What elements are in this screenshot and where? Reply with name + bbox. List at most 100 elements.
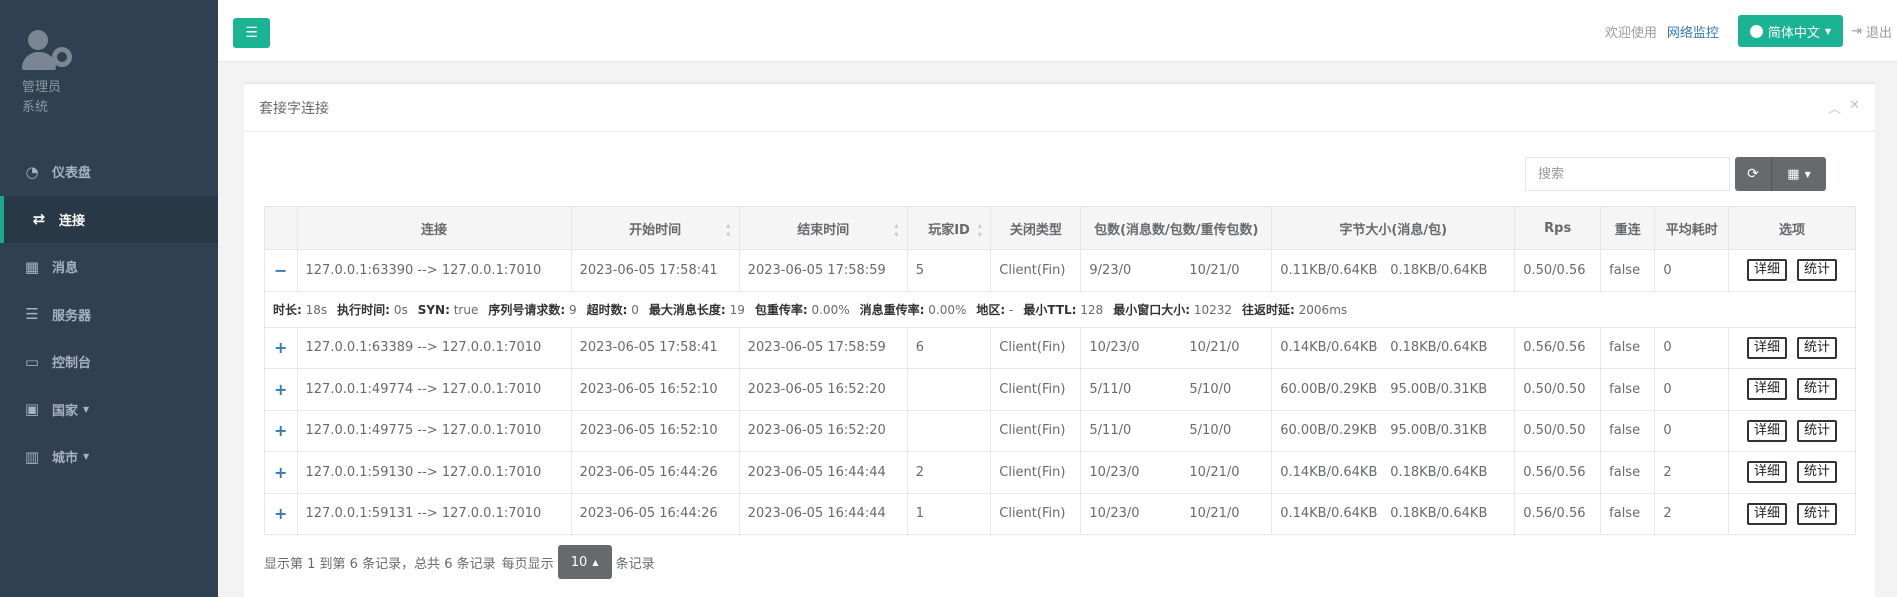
column-header[interactable]: 连接	[296, 206, 572, 250]
sign-out-icon: ⇥	[1851, 23, 1862, 39]
start-time-cell: 2023-06-05 16:44:26	[570, 451, 740, 494]
packets-value: 5/10/0	[1189, 423, 1232, 439]
detail-key: 最大消息长度:	[648, 302, 726, 317]
sidebar-item-3[interactable]: ☰ 服务器	[0, 291, 218, 339]
expand-toggle-icon[interactable]: +	[264, 326, 298, 369]
sidebar-item-4[interactable]: ▭ 控制台	[0, 338, 218, 386]
close-type-cell: Client(Fin)	[990, 451, 1082, 494]
stats-button[interactable]: 统计	[1797, 378, 1838, 401]
bytes-value: 0.14KB/0.64KB	[1280, 464, 1378, 480]
column-header[interactable]: 重连	[1600, 206, 1656, 250]
detail-button[interactable]: 详细	[1747, 419, 1788, 442]
column-header[interactable]: 关闭类型	[990, 206, 1082, 250]
connection-cell: 127.0.0.1:63389 --> 127.0.0.1:7010	[296, 326, 572, 369]
detail-value: 0.00%	[928, 302, 967, 317]
detail-button[interactable]: 详细	[1747, 259, 1788, 282]
columns-icon: ▦	[1787, 166, 1800, 182]
bytes-value: 60.00B/0.29KB	[1280, 423, 1378, 439]
detail-key: 往返时延:	[1242, 302, 1295, 317]
detail-value: 0	[631, 302, 639, 317]
table-icon: ▦	[24, 257, 40, 276]
building-icon: ▥	[24, 447, 40, 466]
stats-button[interactable]: 统计	[1797, 419, 1838, 442]
sidebar-item-0[interactable]: ◔ 仪表盘	[0, 148, 218, 196]
expand-toggle-icon[interactable]: −	[264, 249, 298, 292]
page-size-dropdown[interactable]: 10 ▲	[557, 545, 612, 579]
detail-value: 10232	[1193, 302, 1233, 317]
detail-key: 最小TTL:	[1023, 302, 1077, 317]
close-type-cell: Client(Fin)	[990, 409, 1082, 452]
sidebar-nav: ◔ 仪表盘 ⇄ 连接 ▦ 消息 ☰ 服务器 ▭ 控制台 ▣ 国家 ▼ ▥ 城市 ▼	[0, 148, 218, 481]
packets-cell: 10/23/0 10/21/0	[1080, 492, 1273, 535]
packets-value: 10/23/0	[1089, 464, 1140, 480]
stats-button[interactable]: 统计	[1797, 502, 1838, 525]
detail-button[interactable]: 详细	[1747, 336, 1788, 359]
detail-key: 执行时间:	[337, 302, 390, 317]
reconnect-cell: false	[1600, 451, 1656, 494]
panel-title: 套接字连接	[259, 100, 329, 117]
start-time-cell: 2023-06-05 16:52:10	[570, 409, 740, 452]
detail-button[interactable]: 详细	[1747, 502, 1788, 525]
expand-toggle-icon[interactable]: +	[264, 368, 298, 411]
language-dropdown[interactable]: 简体中文 ▼	[1737, 15, 1844, 47]
refresh-button[interactable]: ⟳	[1735, 157, 1771, 191]
detail-button[interactable]: 详细	[1747, 378, 1788, 401]
sidebar-item-5[interactable]: ▣ 国家 ▼	[0, 386, 218, 434]
sidebar-item-1[interactable]: ⇄ 连接	[0, 195, 218, 243]
column-header[interactable]: 包数(消息数/包数/重传包数)	[1080, 206, 1273, 250]
packets-value: 10/21/0	[1189, 506, 1240, 522]
detail-value: 9	[569, 302, 577, 317]
packets-value: 10/23/0	[1089, 506, 1140, 522]
netmon-link[interactable]: 网络监控	[1667, 22, 1719, 41]
expand-toggle-icon[interactable]: +	[264, 409, 298, 452]
caret-down-icon: ▼	[1804, 169, 1811, 179]
start-time-cell: 2023-06-05 16:52:10	[570, 368, 740, 411]
detail-key: 超时数:	[586, 302, 628, 317]
welcome-text: 欢迎使用	[1604, 25, 1657, 41]
user-profile: 管理员 系统	[0, 0, 218, 148]
column-header[interactable]: 平均耗时	[1654, 206, 1730, 250]
bytes-cell: 0.11KB/0.64KB 0.18KB/0.64KB	[1271, 249, 1516, 292]
bytes-cell: 0.14KB/0.64KB 0.18KB/0.64KB	[1271, 451, 1516, 494]
stats-button[interactable]: 统计	[1797, 336, 1838, 359]
expand-toggle-icon[interactable]: +	[264, 451, 298, 494]
column-header[interactable]: 字节大小(消息/包)	[1271, 206, 1516, 250]
collapse-icon[interactable]: ︿	[1828, 98, 1841, 117]
detail-button[interactable]: 详细	[1747, 461, 1788, 484]
search-input[interactable]	[1525, 157, 1730, 191]
packets-value: 10/21/0	[1189, 262, 1240, 278]
column-header[interactable]: 玩家ID	[906, 206, 992, 250]
close-type-cell: Client(Fin)	[990, 492, 1082, 535]
logout-link[interactable]: ⇥ 退出	[1851, 22, 1892, 41]
bytes-cell: 60.00B/0.29KB 95.00B/0.31KB	[1271, 368, 1516, 411]
reconnect-cell: false	[1600, 326, 1656, 369]
column-header[interactable]: Rps	[1514, 206, 1602, 250]
sidebar-item-2[interactable]: ▦ 消息	[0, 243, 218, 291]
connections-panel: 套接字连接 ︿ ✕ ⟳ ▦ ▼ 连接开始时间结束时间玩家ID关闭类型包数(消息数…	[244, 82, 1875, 597]
reconnect-cell: false	[1600, 492, 1656, 535]
packets-cell: 5/11/0 5/10/0	[1080, 368, 1273, 411]
expand-toggle-icon[interactable]: +	[264, 492, 298, 535]
detail-key: 序列号请求数:	[488, 302, 566, 317]
sidebar-item-6[interactable]: ▥ 城市 ▼	[0, 433, 218, 481]
desktop-icon: ▭	[24, 352, 40, 371]
bytes-value: 0.14KB/0.64KB	[1280, 506, 1378, 522]
column-header[interactable]: 选项	[1728, 206, 1856, 250]
bytes-value: 0.18KB/0.64KB	[1390, 506, 1488, 522]
bytes-value: 0.18KB/0.64KB	[1390, 340, 1488, 356]
stats-button[interactable]: 统计	[1797, 259, 1838, 282]
column-header[interactable]: 结束时间	[738, 206, 908, 250]
columns-toggle-button[interactable]: ▦ ▼	[1771, 157, 1826, 191]
column-header[interactable]: 开始时间	[570, 206, 740, 250]
bytes-value: 0.14KB/0.64KB	[1280, 340, 1378, 356]
packets-cell: 5/11/0 5/10/0	[1080, 409, 1273, 452]
close-type-cell: Client(Fin)	[990, 326, 1082, 369]
close-icon[interactable]: ✕	[1849, 98, 1860, 117]
connection-cell: 127.0.0.1:59130 --> 127.0.0.1:7010	[296, 451, 572, 494]
close-type-cell: Client(Fin)	[990, 368, 1082, 411]
stats-button[interactable]: 统计	[1797, 461, 1838, 484]
menu-toggle-button[interactable]: ☰	[233, 18, 270, 48]
detail-value: 19	[729, 302, 745, 317]
player-id-cell	[906, 409, 992, 452]
packets-cell: 9/23/0 10/21/0	[1080, 249, 1273, 292]
